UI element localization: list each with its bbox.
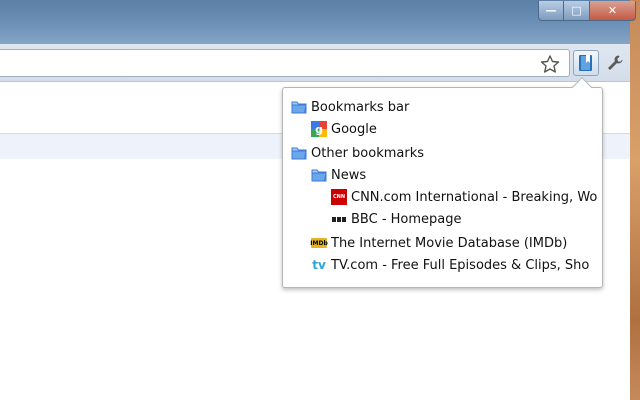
folder-icon [291,145,307,161]
toolbar [0,44,630,82]
bookmark-item-google[interactable]: g Google [311,118,377,140]
google-favicon: g [311,121,327,137]
wrench-button[interactable] [603,51,627,75]
bbc-favicon [331,211,347,227]
folder-icon [311,167,327,183]
svg-text:g: g [315,123,323,136]
cnn-favicon-text: CNN [331,189,347,205]
wrench-icon [608,55,623,70]
bookmarks-button[interactable] [573,50,599,76]
imdb-favicon: IMDb [310,235,328,251]
minimize-button[interactable]: — [538,1,564,21]
bookmark-label: Google [331,121,377,137]
bookmark-label: Other bookmarks [311,145,425,161]
bookmark-folder-news[interactable]: News [311,164,366,186]
address-bar[interactable] [0,49,570,77]
imdb-favicon-text: IMDb [310,238,328,248]
maximize-button[interactable]: □ [564,1,590,21]
star-icon[interactable] [539,54,561,74]
bookmark-folder-other[interactable]: Other bookmarks [291,142,424,164]
window-controls: — □ ✕ [538,1,636,21]
bookmark-label: Bookmarks bar [311,99,410,115]
bookmark-label: TV.com - Free Full Episodes & Clips, Sho [331,257,590,273]
bookmark-label: News [331,167,367,183]
bookmark-item-imdb[interactable]: IMDb The Internet Movie Database (IMDb) [310,232,568,254]
bookmark-label: The Internet Movie Database (IMDb) [331,235,568,251]
desktop-background [630,0,640,400]
bookmark-item-bbc[interactable]: BBC - Homepage [331,208,462,230]
bookmarks-popup: Bookmarks bar g Google Other bookmarks N… [282,87,603,288]
bookmark-label: CNN.com International - Breaking, Wo [351,189,598,205]
bookmark-label: BBC - Homepage [351,211,462,227]
bookmark-folder-bookmarks-bar[interactable]: Bookmarks bar [291,96,409,118]
bookmark-item-tv[interactable]: tv TV.com - Free Full Episodes & Clips, … [311,254,589,276]
folder-icon [291,99,307,115]
tv-favicon: tv [311,257,327,273]
bookmark-item-cnn[interactable]: CNN CNN.com International - Breaking, Wo [331,186,597,208]
tv-favicon-text: tv [312,258,326,272]
bookmarks-icon [579,55,592,71]
browser-window: — □ ✕ Bookmarks bar g Google Other bookm… [0,0,640,400]
close-button[interactable]: ✕ [590,1,636,21]
cnn-favicon: CNN [331,189,347,205]
